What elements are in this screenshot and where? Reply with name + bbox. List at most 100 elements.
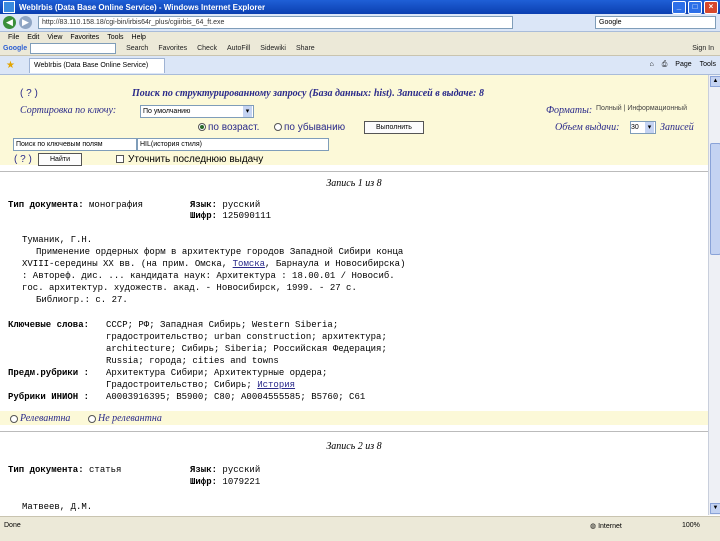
- scroll-thumb[interactable]: [710, 143, 720, 255]
- menu-help[interactable]: Help: [132, 34, 146, 41]
- subjects-label: Предм.рубрики :: [8, 368, 89, 378]
- maximize-button[interactable]: □: [688, 0, 702, 14]
- tomsk-link[interactable]: Томска: [233, 259, 265, 269]
- google-sidewiki-button[interactable]: Sidewiki: [260, 45, 286, 52]
- minimize-button[interactable]: _: [672, 0, 686, 14]
- checkbox-icon: [116, 155, 124, 164]
- output-suffix: Записей: [660, 122, 694, 133]
- google-favorites-button[interactable]: Favorites: [158, 45, 187, 52]
- search-input[interactable]: Google: [595, 16, 716, 29]
- scroll-up-arrow-icon[interactable]: ▲: [710, 76, 720, 87]
- search-form-panel: ( ? ) Поиск по структурированному запрос…: [0, 75, 708, 166]
- body-2-text: XVIII-середины XX вв. (на прим. Омска,: [22, 259, 233, 269]
- menu-tools[interactable]: Tools: [107, 34, 123, 41]
- refine-checkbox[interactable]: Уточнить последнюю выдачу: [116, 154, 263, 165]
- keywords-2: градостроительство; urban construction; …: [106, 332, 387, 342]
- not-relevant-label: Не релевантна: [98, 413, 162, 424]
- help-link[interactable]: ( ? ): [20, 88, 38, 99]
- favorites-star-icon[interactable]: ★: [6, 60, 15, 71]
- record-1-body-4: гос. архитектур. художеств. акад. - Ново…: [22, 283, 357, 293]
- google-toolbar: Google Search Favorites Check AutoFill S…: [0, 42, 720, 56]
- relevant-radio[interactable]: Релевантна: [10, 413, 70, 424]
- not-relevant-radio[interactable]: Не релевантна: [88, 413, 162, 424]
- find-button[interactable]: Найти: [38, 153, 82, 166]
- google-share-button[interactable]: Share: [296, 45, 315, 52]
- security-zone: ◍ Internet: [590, 522, 622, 530]
- doctype-value: статья: [83, 465, 122, 475]
- keywords-4: Russia; города; cities and towns: [106, 356, 279, 366]
- menu-file[interactable]: File: [8, 34, 19, 41]
- google-logo: Google: [3, 45, 28, 52]
- zone-label: Internet: [598, 523, 622, 530]
- relevant-label: Релевантна: [20, 413, 71, 424]
- close-button[interactable]: ×: [704, 0, 718, 14]
- vertical-scrollbar[interactable]: ▲ ▼: [708, 75, 720, 515]
- record-1-doctype: Тип документа: монография: [8, 200, 143, 210]
- scroll-down-arrow-icon[interactable]: ▼: [710, 503, 720, 514]
- url-input[interactable]: http://83.110.158.18/cgi-bin/irbis64r_pl…: [38, 16, 513, 29]
- page-menu[interactable]: Page: [675, 61, 691, 69]
- record-1-body-1: Применение ордерных форм в архитектуре г…: [36, 247, 404, 257]
- radio-icon: [274, 123, 282, 132]
- lang-label: Язык:: [190, 465, 218, 475]
- record-1-body-5: Библиогр.: с. 27.: [36, 295, 128, 305]
- sort-label: Сортировка по ключу:: [20, 105, 117, 116]
- status-bar: Done ◍ Internet 100%: [0, 516, 720, 541]
- sort-asc-radio[interactable]: по возраст.: [198, 122, 259, 133]
- doctype-label: Тип документа:: [8, 200, 84, 210]
- google-search-input[interactable]: [30, 43, 117, 54]
- radio-icon: [198, 123, 206, 132]
- inion-label-text: Рубрики ИНИОН :: [8, 392, 90, 402]
- sort-select[interactable]: По умолчанию: [140, 105, 254, 118]
- output-count-select[interactable]: 30: [630, 121, 656, 134]
- lang-value: русский: [217, 465, 261, 475]
- menu-favorites[interactable]: Favorites: [70, 34, 99, 41]
- record-1-code: Шифр: 125090111: [190, 211, 271, 221]
- relevance-bar: Релевантна Не релевантна: [0, 411, 708, 425]
- subj-2-text: Градостроительство; Сибирь;: [106, 380, 258, 390]
- tab-webirbis[interactable]: WebIrbis (Data Base Online Service): [28, 57, 165, 73]
- query-input[interactable]: HIL(история стиля): [137, 138, 329, 151]
- record-1-body-3: : Автореф. дис. ... кандидата наук: Архи…: [22, 271, 395, 281]
- run-button[interactable]: Выполнить: [364, 121, 424, 134]
- query-header: Поиск по структурированному запросу (Баз…: [132, 88, 484, 99]
- print-icon[interactable]: ⎙: [662, 61, 668, 69]
- menu-edit[interactable]: Edit: [27, 34, 39, 41]
- google-signin-button[interactable]: Sign In: [692, 45, 714, 52]
- window-title: WebIrbis (Data Base Online Service) - Wi…: [19, 2, 266, 12]
- google-search-button[interactable]: Search: [126, 45, 148, 52]
- back-button[interactable]: ◀: [3, 16, 16, 29]
- sort-asc-label: по возраст.: [208, 122, 260, 133]
- output-label: Объем выдачи:: [555, 122, 620, 133]
- globe-icon: ◍: [590, 523, 597, 530]
- record-2-doctype: Тип документа: статья: [8, 465, 121, 475]
- doctype-label: Тип документа:: [8, 465, 84, 475]
- refine-label: Уточнить последнюю выдачу: [128, 154, 264, 165]
- address-bar: ◀ ▶ http://83.110.158.18/cgi-bin/irbis64…: [0, 14, 720, 32]
- divider: [0, 431, 708, 432]
- ie-icon: [3, 1, 15, 13]
- menu-bar: File Edit View Favorites Tools Help: [0, 32, 720, 42]
- body-2-tail: , Барнаула и Новосибирска): [265, 259, 406, 269]
- google-autofill-button[interactable]: AutoFill: [227, 45, 250, 52]
- google-check-button[interactable]: Check: [197, 45, 217, 52]
- formats-label: Форматы:: [546, 105, 593, 116]
- sort-desc-radio[interactable]: по убыванию: [274, 122, 345, 133]
- zoom-level[interactable]: 100%: [682, 522, 700, 529]
- home-icon[interactable]: ⌂: [649, 61, 653, 69]
- record-2-code: Шифр: 1079221: [190, 477, 260, 487]
- help-link-2[interactable]: ( ? ): [14, 154, 32, 165]
- divider: [0, 171, 708, 172]
- forward-button[interactable]: ▶: [19, 16, 32, 29]
- menu-view[interactable]: View: [47, 34, 62, 41]
- format-options[interactable]: Полный | Информационный: [596, 105, 687, 112]
- page-content: ( ? ) Поиск по структурированному запрос…: [0, 75, 708, 515]
- status-text: Done: [4, 522, 21, 529]
- tools-menu[interactable]: Tools: [700, 61, 716, 69]
- record-1-lang: Язык: русский: [190, 200, 260, 210]
- code-value: 125090111: [217, 211, 272, 221]
- search-field-select[interactable]: Поиск по ключевым полям: [13, 138, 137, 151]
- history-link[interactable]: История: [257, 380, 295, 390]
- record-1-header: Запись 1 из 8: [326, 178, 382, 189]
- doctype-value: монография: [83, 200, 144, 210]
